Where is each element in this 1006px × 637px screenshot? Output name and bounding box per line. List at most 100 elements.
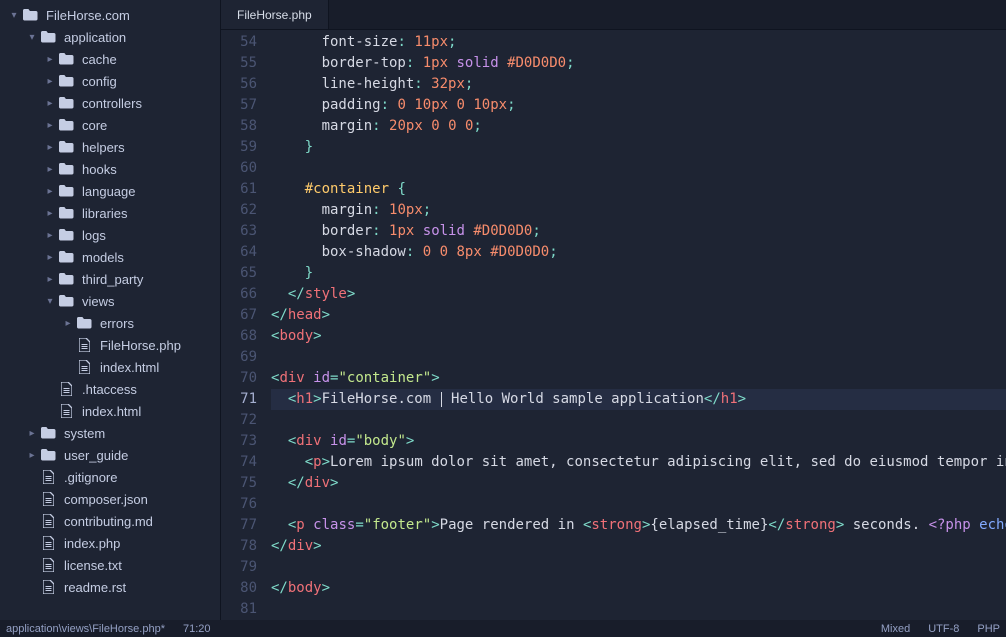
tree-folder-controllers[interactable]: ▸controllers xyxy=(0,92,220,114)
code-line[interactable]: <div id="body"> xyxy=(271,431,1006,452)
tree-item-label: index.php xyxy=(64,536,120,551)
tree-item-label: .htaccess xyxy=(82,382,137,397)
tree-item-label: index.html xyxy=(82,404,141,419)
code-line[interactable] xyxy=(271,347,1006,368)
file-icon xyxy=(58,382,74,396)
code-line[interactable]: </body> xyxy=(271,578,1006,599)
code-line[interactable]: margin: 20px 0 0 0; xyxy=(271,116,1006,137)
code-line[interactable]: } xyxy=(271,263,1006,284)
status-language[interactable]: PHP xyxy=(977,623,1000,635)
tree-file-composer-json[interactable]: composer.json xyxy=(0,488,220,510)
tree-arrow-icon[interactable]: ▸ xyxy=(42,76,58,87)
code-line[interactable]: box-shadow: 0 0 8px #D0D0D0; xyxy=(271,242,1006,263)
tree-folder-libraries[interactable]: ▸libraries xyxy=(0,202,220,224)
tree-arrow-icon[interactable]: ▾ xyxy=(24,32,40,43)
tree-file--gitignore[interactable]: .gitignore xyxy=(0,466,220,488)
folder-icon xyxy=(40,426,56,440)
line-number: 66 xyxy=(221,284,257,305)
file-icon xyxy=(40,492,56,506)
tree-arrow-icon[interactable]: ▸ xyxy=(42,98,58,109)
tree-arrow-icon[interactable]: ▸ xyxy=(42,186,58,197)
tree-arrow-icon[interactable]: ▸ xyxy=(42,164,58,175)
file-tree-sidebar[interactable]: ▾FileHorse.com▾application▸cache▸config▸… xyxy=(0,0,221,620)
editor-area: FileHorse.php 54555657585960616263646566… xyxy=(221,0,1006,620)
tree-folder-application[interactable]: ▾application xyxy=(0,26,220,48)
code-line[interactable] xyxy=(271,494,1006,515)
tree-folder-user-guide[interactable]: ▸user_guide xyxy=(0,444,220,466)
tree-arrow-icon[interactable]: ▸ xyxy=(42,274,58,285)
tree-file-filehorse-php[interactable]: FileHorse.php xyxy=(0,334,220,356)
code-line[interactable]: padding: 0 10px 0 10px; xyxy=(271,95,1006,116)
tree-arrow-icon[interactable]: ▸ xyxy=(42,142,58,153)
tree-arrow-icon[interactable]: ▸ xyxy=(24,428,40,439)
tree-item-label: logs xyxy=(82,228,106,243)
code-line[interactable] xyxy=(271,599,1006,620)
tree-folder-hooks[interactable]: ▸hooks xyxy=(0,158,220,180)
tree-arrow-icon[interactable]: ▸ xyxy=(42,208,58,219)
tree-file-license-txt[interactable]: license.txt xyxy=(0,554,220,576)
tree-file-index-html[interactable]: index.html xyxy=(0,356,220,378)
tree-file-index-html[interactable]: index.html xyxy=(0,400,220,422)
tree-arrow-icon[interactable]: ▸ xyxy=(42,54,58,65)
tree-folder-filehorse-com[interactable]: ▾ FileHorse.com xyxy=(0,4,220,26)
code-line[interactable] xyxy=(271,158,1006,179)
tree-folder-core[interactable]: ▸core xyxy=(0,114,220,136)
code-line[interactable] xyxy=(271,557,1006,578)
code-line[interactable]: <p class="footer">Page rendered in <stro… xyxy=(271,515,1006,536)
tree-item-label: license.txt xyxy=(64,558,122,573)
tree-arrow-icon[interactable]: ▸ xyxy=(42,252,58,263)
tab-filehorse-php[interactable]: FileHorse.php xyxy=(221,0,329,29)
code-line[interactable]: #container { xyxy=(271,179,1006,200)
tree-folder-models[interactable]: ▸models xyxy=(0,246,220,268)
tree-folder-logs[interactable]: ▸ logs xyxy=(0,224,220,246)
code-line[interactable]: <div id="container"> xyxy=(271,368,1006,389)
line-number: 67 xyxy=(221,305,257,326)
tree-folder-third-party[interactable]: ▸third_party xyxy=(0,268,220,290)
status-encoding[interactable]: UTF-8 xyxy=(928,623,959,635)
tab-bar[interactable]: FileHorse.php xyxy=(221,0,1006,30)
line-number-gutter: 5455565758596061626364656667686970717273… xyxy=(221,30,271,620)
status-file-path[interactable]: application\views\FileHorse.php* xyxy=(6,623,165,635)
tree-folder-helpers[interactable]: ▸helpers xyxy=(0,136,220,158)
code-line[interactable]: </div> xyxy=(271,536,1006,557)
tree-item-label: config xyxy=(82,74,117,89)
code-line[interactable]: <p>Lorem ipsum dolor sit amet, consectet… xyxy=(271,452,1006,473)
tree-item-label: .gitignore xyxy=(64,470,117,485)
code-line[interactable]: border-top: 1px solid #D0D0D0; xyxy=(271,53,1006,74)
tree-arrow-icon[interactable]: ▸ xyxy=(42,120,58,131)
code-line[interactable]: margin: 10px; xyxy=(271,200,1006,221)
tree-folder-system[interactable]: ▸system xyxy=(0,422,220,444)
tree-arrow-icon[interactable]: ▾ xyxy=(42,296,58,307)
tree-arrow-icon[interactable]: ▾ xyxy=(6,10,22,21)
tree-folder-language[interactable]: ▸language xyxy=(0,180,220,202)
tree-file-readme-rst[interactable]: readme.rst xyxy=(0,576,220,598)
code-line[interactable]: </style> xyxy=(271,284,1006,305)
tree-arrow-icon[interactable]: ▸ xyxy=(60,318,76,329)
code-line[interactable]: line-height: 32px; xyxy=(271,74,1006,95)
code-line[interactable]: font-size: 11px; xyxy=(271,32,1006,53)
code-line[interactable]: <body> xyxy=(271,326,1006,347)
code-editor[interactable]: 5455565758596061626364656667686970717273… xyxy=(221,30,1006,620)
line-number: 54 xyxy=(221,32,257,53)
tree-file-contributing-md[interactable]: contributing.md xyxy=(0,510,220,532)
status-indent[interactable]: Mixed xyxy=(881,623,910,635)
tree-item-label: FileHorse.php xyxy=(100,338,181,353)
tree-arrow-icon[interactable]: ▸ xyxy=(42,230,58,241)
code-line[interactable]: <h1>FileHorse.com Hello World sample app… xyxy=(271,389,1006,410)
code-line[interactable]: } xyxy=(271,137,1006,158)
tree-folder-errors[interactable]: ▸errors xyxy=(0,312,220,334)
tree-file--htaccess[interactable]: .htaccess xyxy=(0,378,220,400)
tree-folder-config[interactable]: ▸ config xyxy=(0,70,220,92)
tree-folder-cache[interactable]: ▸cache xyxy=(0,48,220,70)
tree-item-label: FileHorse.com xyxy=(46,8,130,23)
tree-folder-views[interactable]: ▾views xyxy=(0,290,220,312)
code-content[interactable]: font-size: 11px; border-top: 1px solid #… xyxy=(271,30,1006,620)
code-line[interactable]: border: 1px solid #D0D0D0; xyxy=(271,221,1006,242)
code-line[interactable]: </head> xyxy=(271,305,1006,326)
line-number: 69 xyxy=(221,347,257,368)
status-line-col[interactable]: 71:20 xyxy=(183,623,211,635)
code-line[interactable] xyxy=(271,410,1006,431)
tree-file-index-php[interactable]: index.php xyxy=(0,532,220,554)
code-line[interactable]: </div> xyxy=(271,473,1006,494)
tree-arrow-icon[interactable]: ▸ xyxy=(24,450,40,461)
